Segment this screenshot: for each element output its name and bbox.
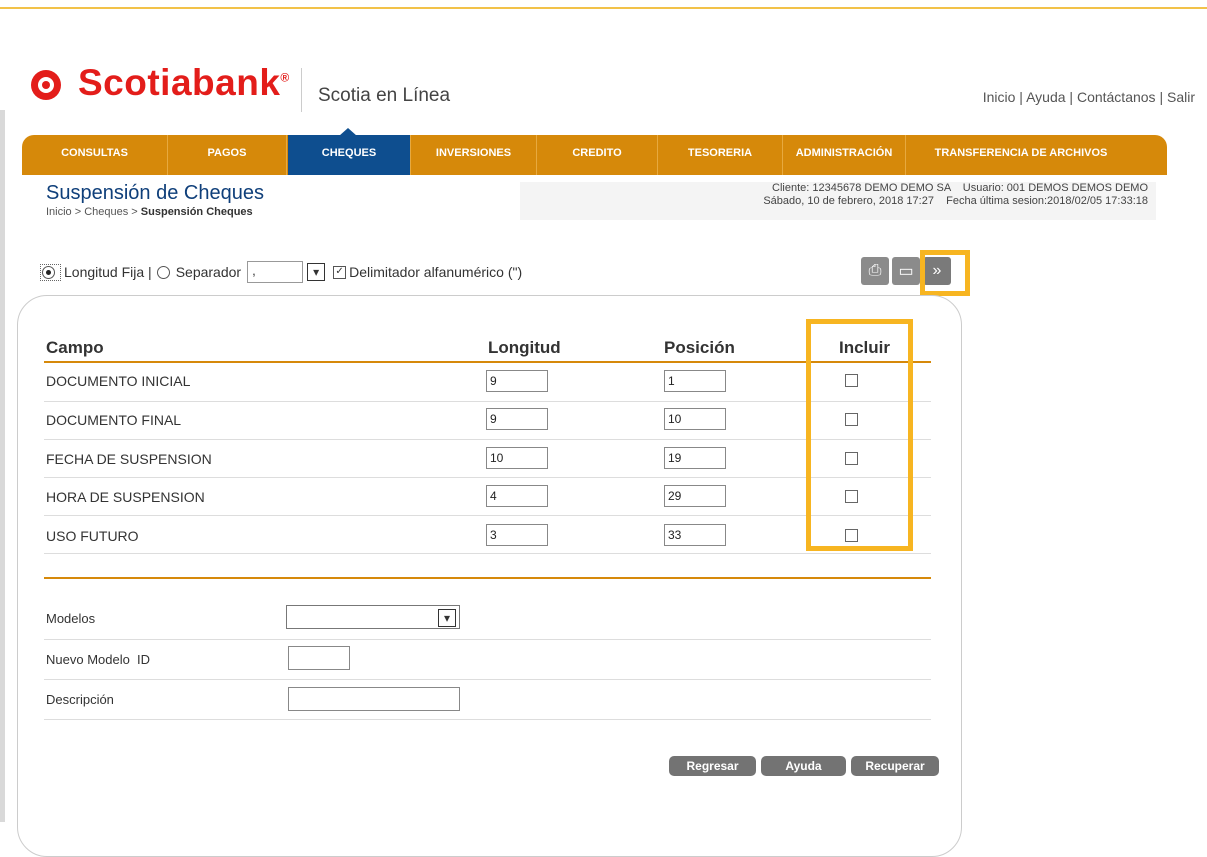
row-divider xyxy=(44,477,931,478)
posicion-input[interactable]: 19 xyxy=(664,447,726,469)
breadcrumb: Inicio > Cheques > Suspensión Cheques xyxy=(46,206,253,218)
nav-cheques[interactable]: CHEQUES xyxy=(288,135,411,175)
top-accent-line xyxy=(0,7,1207,9)
nav-pagos[interactable]: PAGOS xyxy=(168,135,287,175)
posicion-input[interactable]: 10 xyxy=(664,408,726,430)
row-divider xyxy=(44,639,931,640)
separator-select[interactable]: , xyxy=(247,261,304,283)
row-divider xyxy=(44,719,931,720)
section-divider xyxy=(44,577,931,579)
format-options: Longitud Fija | Separador , ▾ ✓ Delimita… xyxy=(40,261,522,283)
nuevo-modelo-id-input[interactable] xyxy=(288,646,350,670)
nav-transferencia[interactable]: TRANSFERENCIA DE ARCHIVOS xyxy=(906,135,1136,175)
left-edge-bar xyxy=(0,110,5,822)
longitud-input[interactable]: 3 xyxy=(486,524,548,546)
label-longitud-fija: Longitud Fija | xyxy=(64,264,152,280)
nav-inversiones[interactable]: INVERSIONES xyxy=(411,135,537,175)
regresar-button[interactable]: Regresar xyxy=(669,756,756,776)
header-posicion: Posición xyxy=(664,338,735,357)
radio-separador[interactable] xyxy=(156,265,170,279)
campo-uso-futuro: USO FUTURO xyxy=(46,528,139,544)
link-ayuda[interactable]: Ayuda xyxy=(1026,89,1065,105)
descripcion-input[interactable] xyxy=(288,687,460,711)
longitud-input[interactable]: 9 xyxy=(486,370,548,392)
top-links: Inicio | Ayuda | Contáctanos | Salir xyxy=(982,89,1195,105)
header-campo: Campo xyxy=(46,338,104,357)
campo-documento-final: DOCUMENTO FINAL xyxy=(46,412,182,428)
scotiabank-logo-icon xyxy=(31,70,61,100)
label-delimitador: Delimitador alfanumérico (") xyxy=(349,264,523,280)
posicion-input[interactable]: 29 xyxy=(664,485,726,507)
highlight-incluir-column xyxy=(806,319,913,551)
row-divider xyxy=(44,439,931,440)
posicion-input[interactable]: 1 xyxy=(664,370,726,392)
longitud-input[interactable]: 10 xyxy=(486,447,548,469)
row-divider xyxy=(44,515,931,516)
recuperar-button[interactable]: Recuperar xyxy=(851,756,939,776)
client-info: Cliente: 12345678 DEMO DEMO SA Usuario: … xyxy=(772,182,1148,194)
campo-hora-suspension: HORA DE SUSPENSION xyxy=(46,489,205,505)
active-tab-caret xyxy=(339,128,357,136)
product-name: Scotia en Línea xyxy=(318,85,451,106)
chevron-down-icon: ▾ xyxy=(438,609,456,627)
header-divider xyxy=(301,68,302,112)
posicion-input[interactable]: 33 xyxy=(664,524,726,546)
longitud-input[interactable]: 9 xyxy=(486,408,548,430)
link-salir[interactable]: Salir xyxy=(1167,89,1195,105)
longitud-input[interactable]: 4 xyxy=(486,485,548,507)
nav-administracion[interactable]: ADMINISTRACIÓN xyxy=(783,135,906,175)
row-divider xyxy=(44,553,931,554)
nav-tesoreria[interactable]: TESORERIA xyxy=(658,135,783,175)
label-modelos: Modelos xyxy=(46,611,96,626)
label-separador: Separador xyxy=(175,264,242,280)
header-longitud: Longitud xyxy=(488,338,561,357)
campo-documento-inicial: DOCUMENTO INICIAL xyxy=(46,373,191,389)
highlight-next-button xyxy=(920,250,970,296)
main-nav: CONSULTAS PAGOS CHEQUES INVERSIONES CRED… xyxy=(22,135,1167,175)
table-header-divider xyxy=(44,361,931,363)
link-inicio[interactable]: Inicio xyxy=(983,89,1016,105)
modelos-select[interactable]: ▾ xyxy=(286,605,460,629)
chevron-down-icon[interactable]: ▾ xyxy=(307,263,326,281)
session-info: Cliente: 12345678 DEMO DEMO SA Usuario: … xyxy=(520,182,1156,220)
brand-name: Scotiabank® xyxy=(78,62,290,103)
radio-longitud-fija[interactable] xyxy=(40,263,61,281)
nav-credito[interactable]: CREDITO xyxy=(537,135,658,175)
link-contactanos[interactable]: Contáctanos xyxy=(1077,89,1156,105)
label-descripcion: Descripción xyxy=(46,692,114,707)
row-divider xyxy=(44,401,931,402)
date-info: Sábado, 10 de febrero, 2018 17:27 Fecha … xyxy=(763,195,1148,207)
label-nuevo-modelo: Nuevo Modelo ID xyxy=(46,652,151,667)
checkbox-delimitador[interactable]: ✓ xyxy=(333,265,347,279)
row-divider xyxy=(44,679,931,680)
page-title: Suspensión de Cheques xyxy=(46,182,264,204)
save-icon[interactable]: ▭ xyxy=(892,257,920,285)
ayuda-button[interactable]: Ayuda xyxy=(761,756,846,776)
print-icon[interactable]: ⎙ xyxy=(861,257,889,285)
campo-fecha-suspension: FECHA DE SUSPENSION xyxy=(46,451,212,467)
nav-consultas[interactable]: CONSULTAS xyxy=(22,135,168,175)
